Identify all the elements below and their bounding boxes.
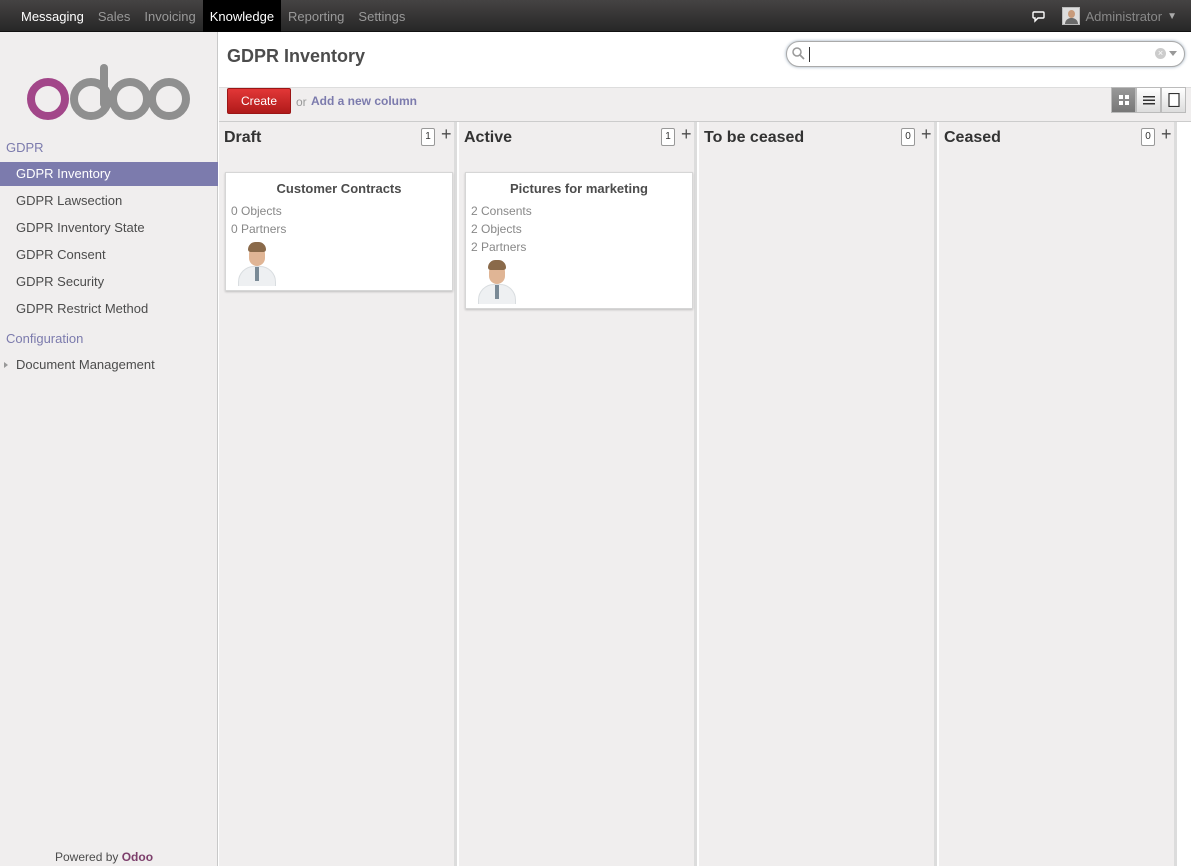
text-cursor — [809, 47, 810, 62]
page-title: GDPR Inventory — [227, 46, 366, 66]
kanban-column-draft: Draft 1 + Customer Contracts 0 Objects 0… — [219, 122, 457, 866]
column-title[interactable]: Draft — [224, 129, 261, 147]
app-menu: Messaging Sales Invoicing Knowledge Repo… — [14, 0, 412, 32]
card-title: Pictures for marketing — [510, 181, 648, 196]
main-header: GDPR Inventory × Create or Add a new col… — [219, 32, 1191, 122]
kanban-card[interactable]: Customer Contracts 0 Objects 0 Partners — [225, 172, 453, 291]
powered-brand-link[interactable]: Odoo — [122, 850, 153, 864]
menu-invoicing[interactable]: Invoicing — [137, 0, 202, 32]
powered-by: Powered by Odoo — [55, 850, 153, 864]
partner-avatar — [234, 240, 278, 286]
column-count: 1 — [421, 128, 435, 146]
section-configuration: Configuration — [6, 331, 84, 346]
kanban-card[interactable]: Pictures for marketing 2 Consents 2 Obje… — [465, 172, 693, 309]
clear-icon[interactable]: × — [1155, 48, 1166, 59]
kanban-view-icon[interactable] — [1111, 87, 1136, 113]
user-name[interactable]: Administrator — [1086, 9, 1163, 24]
column-count: 1 — [661, 128, 675, 146]
kanban-column-to-be-ceased: To be ceased 0 + — [699, 122, 937, 866]
column-count: 0 — [1141, 128, 1155, 146]
card-line: 2 Partners — [471, 240, 527, 254]
card-line: 2 Consents — [471, 204, 532, 218]
top-navbar: Messaging Sales Invoicing Knowledge Repo… — [0, 0, 1191, 32]
powered-prefix: Powered by — [55, 850, 119, 864]
section-gdpr: GDPR — [6, 140, 44, 155]
view-switcher — [1111, 87, 1186, 113]
list-view-icon[interactable] — [1136, 87, 1161, 113]
column-title[interactable]: Active — [464, 129, 512, 147]
card-title: Customer Contracts — [276, 181, 402, 196]
sidebar-item-gdpr-inventory[interactable]: GDPR Inventory — [0, 162, 218, 186]
sidebar-item-gdpr-lawsection[interactable]: GDPR Lawsection — [0, 189, 218, 213]
menu-sales[interactable]: Sales — [91, 0, 138, 32]
odoo-logo — [27, 64, 190, 120]
chevron-down-icon[interactable] — [1169, 51, 1177, 56]
add-record-icon[interactable]: + — [1161, 124, 1172, 145]
partner-avatar — [474, 258, 518, 304]
add-record-icon[interactable]: + — [681, 124, 692, 145]
add-column-link[interactable]: Add a new column — [311, 94, 417, 108]
sidebar-item-document-management[interactable]: Document Management — [0, 353, 218, 377]
user-avatar[interactable] — [1061, 7, 1080, 25]
sidebar-item-gdpr-restrict-method[interactable]: GDPR Restrict Method — [0, 297, 218, 321]
search-input[interactable]: × — [786, 41, 1185, 67]
card-line: 0 Objects — [231, 204, 282, 218]
menu-settings[interactable]: Settings — [351, 0, 412, 32]
sidebar-item-label: Document Management — [16, 357, 155, 372]
search-icon — [792, 47, 805, 60]
add-record-icon[interactable]: + — [441, 124, 452, 145]
chevron-down-icon[interactable]: ▼ — [1167, 11, 1177, 22]
sidebar-item-gdpr-inventory-state[interactable]: GDPR Inventory State — [0, 216, 218, 240]
menu-messaging[interactable]: Messaging — [14, 0, 91, 32]
card-line: 2 Objects — [471, 222, 522, 236]
create-button[interactable]: Create — [227, 88, 291, 114]
menu-reporting[interactable]: Reporting — [281, 0, 351, 32]
kanban-column-ceased: Ceased 0 + — [939, 122, 1177, 866]
or-text: or — [296, 95, 307, 109]
sidebar-item-gdpr-security[interactable]: GDPR Security — [0, 270, 218, 294]
chat-icon[interactable] — [1031, 9, 1046, 23]
column-count: 0 — [901, 128, 915, 146]
kanban-board: Draft 1 + Customer Contracts 0 Objects 0… — [219, 122, 1191, 866]
column-title[interactable]: To be ceased — [704, 129, 804, 147]
add-record-icon[interactable]: + — [921, 124, 932, 145]
sidebar: GDPR GDPR Inventory GDPR Lawsection GDPR… — [0, 32, 218, 866]
card-line: 0 Partners — [231, 222, 287, 236]
toolbar: Create or Add a new column — [219, 87, 1191, 122]
user-area: Administrator ▼ — [1031, 0, 1177, 32]
chevron-right-icon — [4, 362, 8, 368]
form-view-icon[interactable] — [1161, 87, 1186, 113]
sidebar-item-gdpr-consent[interactable]: GDPR Consent — [0, 243, 218, 267]
kanban-column-active: Active 1 + Pictures for marketing 2 Cons… — [459, 122, 697, 866]
menu-knowledge[interactable]: Knowledge — [202, 0, 282, 32]
column-title[interactable]: Ceased — [944, 129, 1001, 147]
